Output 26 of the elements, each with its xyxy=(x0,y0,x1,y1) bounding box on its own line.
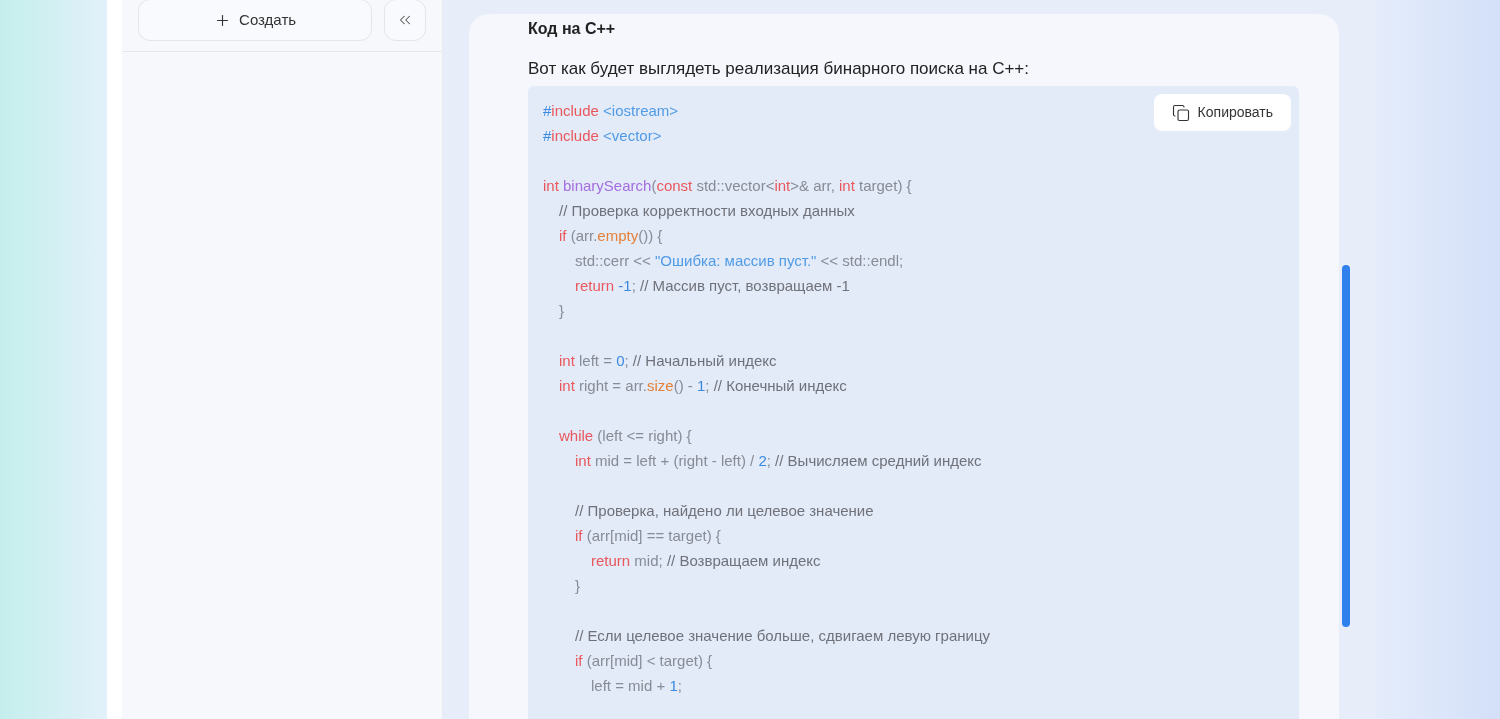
message-text: Вот как будет выглядеть реализация бинарного поиска на C++: xyxy=(528,58,1029,80)
code-line: return mid; // Возвращаем индекс xyxy=(591,551,821,571)
code-line: // Если целевое значение больше, сдвигаем левую границу xyxy=(575,626,990,646)
create-button[interactable]: Создать xyxy=(138,0,373,41)
code-line: left = mid + 1; xyxy=(591,676,682,696)
code-line: while (left <= right) { xyxy=(559,426,692,446)
code-line: std::cerr << "Ошибка: массив пуст." << std::endl; xyxy=(575,251,904,271)
code-line: if (arr.empty()) { xyxy=(559,226,663,246)
code-line: int binarySearch(const std::vector<int>& arr, int target) { xyxy=(543,176,912,196)
code-line: int left = 0; // Начальный индекс xyxy=(559,351,777,371)
code-line: if (arr[mid] == target) { xyxy=(575,526,721,546)
code-line: } xyxy=(575,576,580,596)
code-line: return -1; // Массив пуст, возвращаем -1 xyxy=(575,276,850,296)
code-line: // Проверка корректности входных данных xyxy=(559,201,855,221)
message-heading: Код на C++ xyxy=(528,19,616,39)
copy-icon xyxy=(1171,103,1190,122)
code-line: } xyxy=(559,301,564,321)
collapse-sidebar-button[interactable] xyxy=(384,0,426,41)
copy-button[interactable]: Копировать xyxy=(1153,94,1291,131)
code-line: int mid = left + (right - left) / 2; // Вычисляем средний индекс xyxy=(575,451,982,471)
code-line: if (arr[mid] < target) { xyxy=(575,651,713,671)
code-line: // Проверка, найдено ли целевое значение xyxy=(575,501,874,521)
scrollbar-thumb[interactable] xyxy=(1342,265,1350,627)
code-line: #include <iostream> xyxy=(543,101,679,121)
code-line: int right = arr.size() - 1; // Конечный индекс xyxy=(559,376,847,396)
code-line: #include <vector> xyxy=(543,126,662,146)
